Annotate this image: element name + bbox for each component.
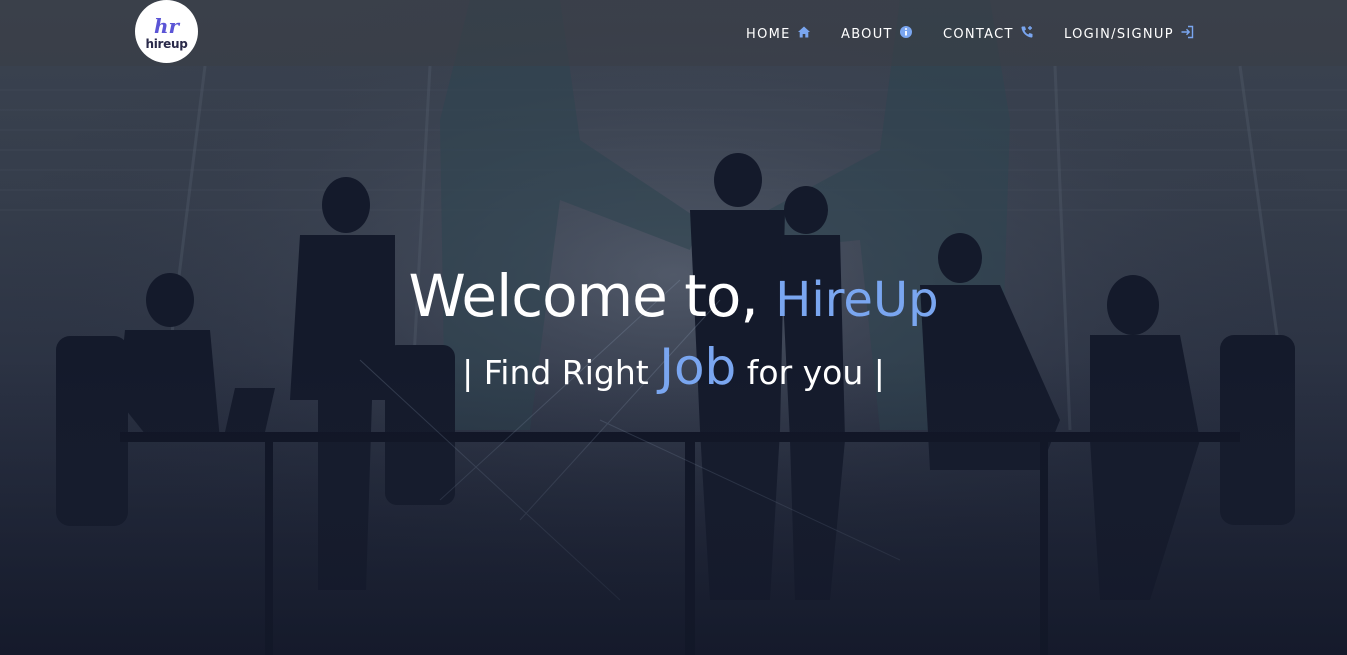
nav-about-label: ABOUT <box>841 26 893 42</box>
hero-tagline: | Find Right Job for you | <box>0 338 1347 396</box>
tagline-suffix: for you | <box>746 353 885 392</box>
brand-name-text: HireUp <box>775 272 939 328</box>
svg-text:hr: hr <box>154 14 181 38</box>
nav-login-signup-link[interactable]: LOGIN/SIGNUP <box>1064 24 1194 44</box>
nav-contact-label: CONTACT <box>943 26 1014 42</box>
info-icon <box>899 25 913 39</box>
nav-contact-link[interactable]: CONTACT <box>943 24 1034 44</box>
logo-text: hireup <box>145 37 188 51</box>
top-navbar: hr hireup HOME ABOUT CONTACT LOGIN/SIGNU… <box>0 0 1347 66</box>
tagline-prefix: | Find Right <box>462 353 649 392</box>
nav-home-label: HOME <box>746 26 791 42</box>
nav-login-label: LOGIN/SIGNUP <box>1064 26 1174 42</box>
hireup-logo-icon: hr <box>154 14 181 38</box>
home-icon <box>797 25 811 39</box>
welcome-text: Welcome to, <box>408 262 758 330</box>
nav-home-link[interactable]: HOME <box>746 24 811 44</box>
login-icon <box>1180 25 1194 39</box>
nav-about-link[interactable]: ABOUT <box>841 24 913 44</box>
brand-logo[interactable]: hr hireup <box>135 0 198 63</box>
landing-page: hr hireup HOME ABOUT CONTACT LOGIN/SIGNU… <box>0 0 1347 655</box>
phone-plus-icon <box>1020 25 1034 39</box>
hero-headline: Welcome to, HireUp <box>0 262 1347 330</box>
tagline-highlight: Job <box>659 338 737 396</box>
